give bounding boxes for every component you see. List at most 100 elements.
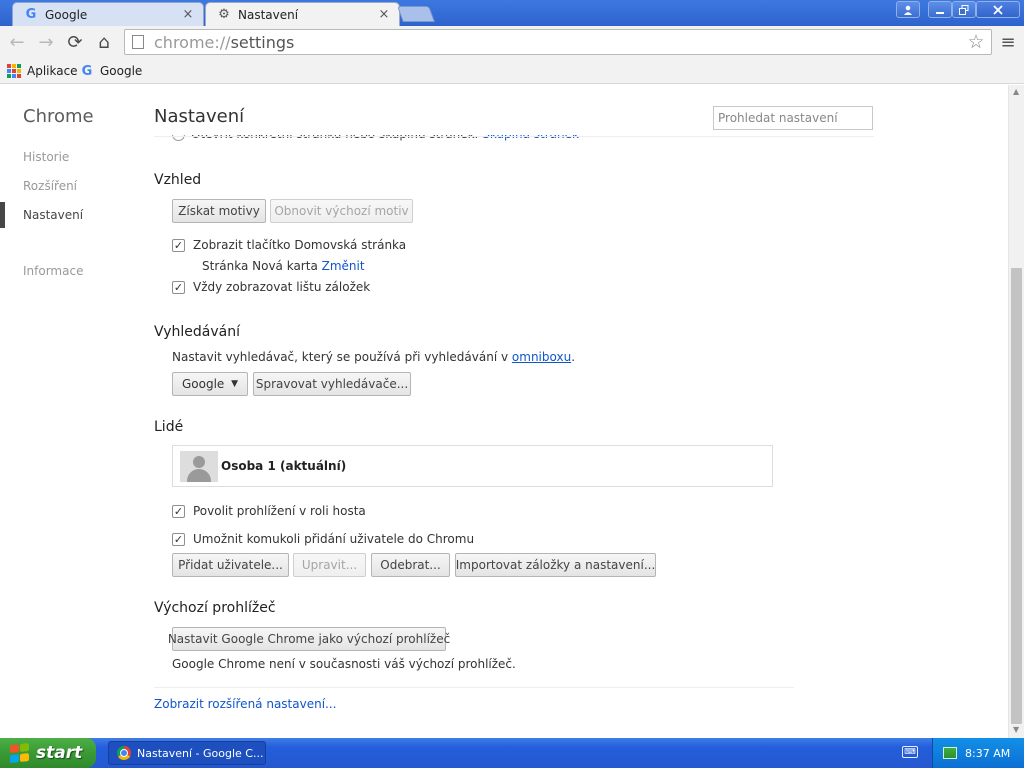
- windows-taskbar: start Nastavení - Google C... ⌨ 8:37 AM: [0, 738, 1024, 768]
- home-icon[interactable]: ⌂: [92, 30, 116, 54]
- clock[interactable]: 8:37 AM: [965, 747, 1010, 760]
- remove-user-button[interactable]: Odebrat...: [371, 553, 450, 577]
- get-themes-button[interactable]: Získat motivy: [172, 199, 266, 223]
- tab-settings[interactable]: ⚙ Nastavení ×: [205, 2, 400, 26]
- google-g-icon: G: [81, 63, 93, 79]
- url-text[interactable]: chrome://settings: [154, 33, 965, 52]
- start-button[interactable]: start: [0, 738, 96, 768]
- close-tab-icon[interactable]: ×: [181, 7, 195, 22]
- footer-divider: [154, 687, 794, 688]
- reset-theme-button[interactable]: Obnovit výchozí motiv: [270, 199, 413, 223]
- option-label: Vždy zobrazovat lištu záložek: [193, 280, 371, 294]
- page-scrollbar[interactable]: ▲ ▼: [1008, 85, 1024, 738]
- browser-toolbar: ← → ⟳ ⌂ chrome://settings ☆ ≡: [0, 26, 1024, 58]
- dropdown-caret-icon: ▼: [231, 379, 238, 389]
- apps-grid-icon: [7, 64, 21, 78]
- scroll-up-arrow-icon[interactable]: ▲: [1013, 87, 1019, 96]
- import-bookmarks-button[interactable]: Importovat záložky a nastavení...: [455, 553, 656, 577]
- close-tab-icon[interactable]: ×: [377, 7, 391, 22]
- url-path: settings: [230, 32, 295, 52]
- add-user-button[interactable]: Přidat uživatele...: [172, 553, 289, 577]
- show-bookmarks-bar-option[interactable]: ✓ Vždy zobrazovat lištu záložek: [172, 280, 370, 294]
- forward-arrow-icon[interactable]: →: [34, 30, 58, 54]
- reload-icon[interactable]: ⟳: [63, 30, 87, 54]
- bookmarks-bar: Aplikace G Google: [0, 58, 1024, 84]
- star-icon[interactable]: ☆: [965, 31, 987, 53]
- bookmark-label: Google: [100, 64, 143, 78]
- guest-browsing-option[interactable]: ✓ Povolit prohlížení v roli hosta: [172, 504, 366, 518]
- restore-button[interactable]: [952, 1, 976, 18]
- search-settings-input[interactable]: [713, 106, 873, 130]
- start-label: start: [36, 743, 83, 763]
- chrome-icon: [117, 746, 131, 760]
- anyone-add-person-option[interactable]: ✓ Umožnit komukoli přidání uživatele do …: [172, 532, 474, 546]
- search-description-text: Nastavit vyhledávač, který se používá př…: [172, 350, 509, 364]
- option-label: Zobrazit tlačítko Domovská stránka: [193, 238, 407, 252]
- checkbox-checked[interactable]: ✓: [172, 238, 185, 252]
- close-window-button[interactable]: [976, 1, 1020, 18]
- set-default-browser-button[interactable]: Nastavit Google Chrome jako výchozí proh…: [168, 627, 450, 651]
- section-title-search: Vyhledávání: [154, 324, 240, 340]
- section-title-appearance: Vzhled: [154, 172, 202, 188]
- google-g-icon: G: [25, 7, 37, 22]
- option-label: Povolit prohlížení v roli hosta: [193, 504, 366, 518]
- profile-name: Osoba 1 (aktuální): [221, 459, 347, 473]
- address-bar[interactable]: chrome://settings ☆: [124, 29, 992, 55]
- pages-link[interactable]: Skupina stránek: [482, 135, 579, 141]
- home-page-text: Stránka Nová karta: [202, 259, 318, 273]
- bookmark-apps[interactable]: Aplikace: [7, 62, 78, 80]
- show-advanced-settings-link[interactable]: Zobrazit rozšířená nastavení...: [154, 697, 336, 711]
- sidebar-title: Chrome: [23, 106, 94, 127]
- section-title-default-browser: Výchozí prohlížeč: [154, 600, 276, 616]
- sidebar-item-about[interactable]: Informace: [23, 264, 83, 278]
- search-engine-value: Google: [182, 377, 225, 391]
- profile-list[interactable]: Osoba 1 (aktuální): [172, 445, 773, 487]
- change-home-page-link[interactable]: Změnit: [322, 259, 365, 273]
- period: .: [571, 350, 576, 364]
- checkbox-checked[interactable]: ✓: [172, 532, 185, 546]
- startup-option-row[interactable]: Otevřít konkrétní stránku nebo skupinu s…: [172, 127, 579, 141]
- browser-titlebar: G Google × ⚙ Nastavení ×: [0, 0, 1024, 26]
- checkbox-checked[interactable]: ✓: [172, 280, 185, 294]
- omnibox-link[interactable]: omniboxu: [512, 350, 571, 364]
- avatar-icon: [180, 451, 218, 482]
- menu-icon[interactable]: ≡: [998, 32, 1018, 53]
- keyboard-icon[interactable]: ⌨: [902, 746, 918, 758]
- default-browser-status: Google Chrome není v současnosti váš výc…: [172, 657, 516, 671]
- manage-search-engines-button[interactable]: Spravovat vyhledávače...: [253, 372, 411, 396]
- option-label: Umožnit komukoli přidání uživatele do Ch…: [193, 532, 475, 546]
- minimize-button[interactable]: [928, 1, 952, 18]
- bookmark-google[interactable]: G Google: [80, 62, 143, 80]
- bookmark-label: Aplikace: [27, 64, 78, 78]
- home-page-row: Stránka Nová karta Změnit: [202, 259, 365, 273]
- sidebar-item-extensions[interactable]: Rozšíření: [23, 179, 77, 193]
- sidebar-active-indicator: [0, 202, 5, 228]
- system-tray: 8:37 AM: [932, 738, 1024, 768]
- taskbar-window-chrome[interactable]: Nastavení - Google C...: [108, 741, 266, 765]
- page-title: Nastavení: [154, 106, 245, 127]
- page-icon: [132, 35, 144, 49]
- scrollbar-thumb[interactable]: [1011, 268, 1022, 724]
- startup-option-text: Otevřít konkrétní stránku nebo skupinu s…: [191, 127, 479, 141]
- edit-user-button[interactable]: Upravit...: [293, 553, 366, 577]
- settings-page: Chrome Historie Rozšíření Nastavení Info…: [0, 85, 1008, 738]
- new-tab-button[interactable]: [397, 6, 435, 22]
- scroll-down-arrow-icon[interactable]: ▼: [1013, 725, 1019, 734]
- sidebar-item-history[interactable]: Historie: [23, 150, 69, 164]
- tab-label: Nastavení: [238, 7, 299, 22]
- header-divider: [154, 136, 874, 137]
- section-title-people: Lidé: [154, 419, 184, 435]
- tab-google[interactable]: G Google ×: [12, 2, 204, 26]
- sidebar-item-settings[interactable]: Nastavení: [23, 208, 83, 222]
- search-engine-select[interactable]: Google ▼: [172, 372, 248, 396]
- back-arrow-icon[interactable]: ←: [5, 30, 29, 54]
- show-home-button-option[interactable]: ✓ Zobrazit tlačítko Domovská stránka: [172, 238, 406, 252]
- checkbox-checked[interactable]: ✓: [172, 504, 185, 518]
- search-description: Nastavit vyhledávač, který se používá př…: [172, 350, 575, 364]
- windows-logo-icon: [10, 743, 30, 763]
- url-scheme: chrome://: [154, 32, 231, 52]
- taskbar-window-title: Nastavení - Google C...: [137, 746, 264, 760]
- radio-button[interactable]: [172, 135, 185, 141]
- profile-icon[interactable]: [896, 1, 920, 18]
- network-icon[interactable]: [943, 747, 957, 759]
